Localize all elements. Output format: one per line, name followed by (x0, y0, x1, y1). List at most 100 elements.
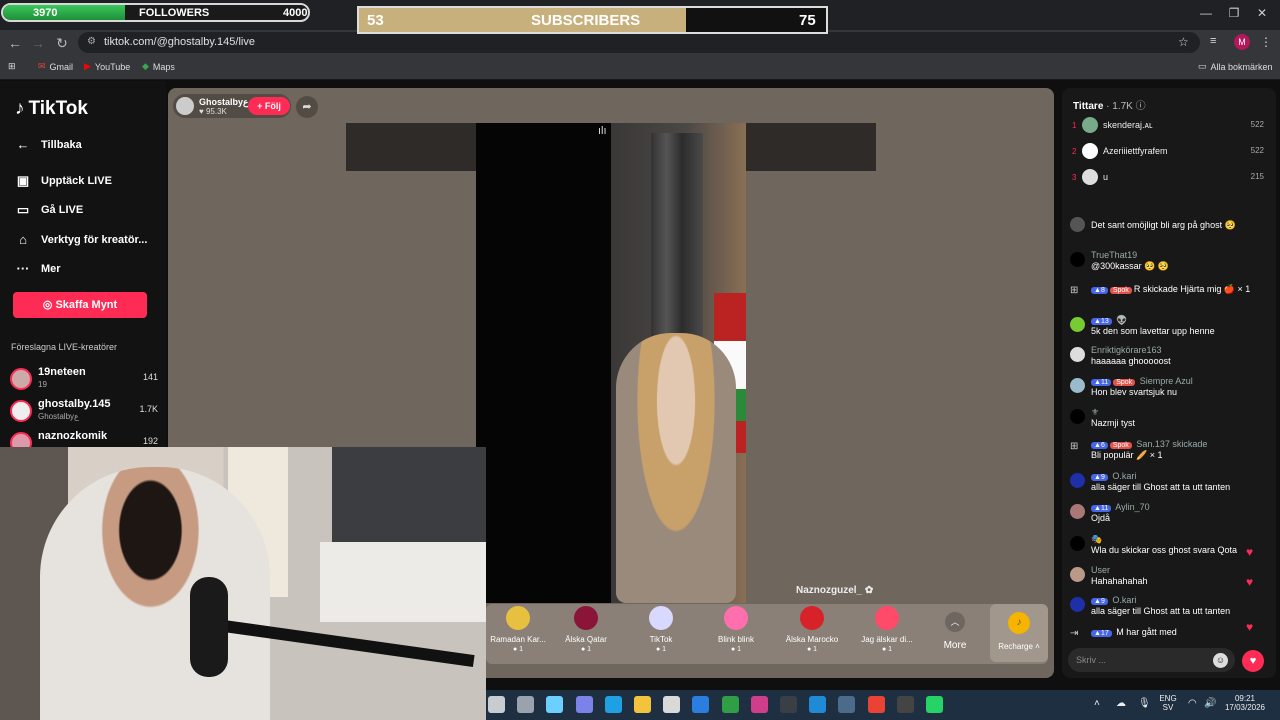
file-explorer-icon[interactable] (634, 696, 651, 713)
app-icon[interactable] (838, 696, 856, 713)
tiktok-note-icon: ♪ (15, 98, 25, 119)
chat-message[interactable]: ⚜ Nazmji tyst (1070, 407, 1266, 433)
viewers-header[interactable]: Tittare · 1.7K ⓘ (1073, 97, 1146, 112)
sidebar-item-go-live[interactable]: ▭ Gå LIVE (15, 202, 83, 218)
creator-item[interactable]: 19neteen 19 141 (10, 366, 160, 394)
gift-item[interactable]: Älska Marocko ● 1 (776, 606, 848, 653)
gift-icon (649, 606, 673, 630)
chat-message[interactable]: ▲11 Spok Siempre Azul Hon blev svartsjuk n… (1070, 376, 1266, 402)
chat-input-placeholder: Skriv ... (1076, 655, 1107, 665)
copilot-icon[interactable] (546, 696, 564, 713)
chat-text: haaaaaa ghooooost (1091, 356, 1171, 366)
bookmark-gmail[interactable]: ✉ Gmail (38, 61, 73, 72)
whatsapp-icon[interactable] (926, 696, 943, 713)
emoji-icon[interactable]: ☺ (1213, 653, 1228, 668)
top-viewer-row[interactable]: 3 u 215 (1072, 169, 1266, 187)
tiktok-logo[interactable]: ♪ TikTok (15, 98, 88, 120)
gift-item[interactable]: Jag älskar di... ● 1 (851, 606, 923, 653)
clock[interactable]: 09:21 17/03/2026 (1222, 694, 1268, 712)
gift-item[interactable]: Ramadan Kar... ● 1 (482, 606, 554, 653)
level-badge: ▲11 (1091, 379, 1112, 386)
sidebar-item-creator-tools[interactable]: ⌂ Verktyg för kreatör... (15, 232, 147, 247)
rank-number: 2 (1072, 147, 1077, 156)
back-arrow-icon[interactable]: ← (6, 34, 24, 52)
chat-message[interactable]: User Hahahahahah (1070, 565, 1266, 591)
menu-dots-icon[interactable]: ⋮ (1260, 35, 1272, 49)
rank-number: 1 (1072, 121, 1077, 130)
chat-message[interactable]: TrueThat19 @300kassar 🥺 🥺 (1070, 250, 1266, 276)
profile-avatar[interactable]: M (1234, 34, 1250, 50)
sidebar-item-discover-live[interactable]: ▣ Upptäck LIVE (15, 173, 112, 189)
audio-bars-icon[interactable]: ılı (598, 125, 607, 137)
like-heart-button[interactable]: ♥ (1242, 650, 1264, 672)
chat-message[interactable]: Det sant omöjligt bli arg på ghost 🥺 (1070, 215, 1266, 245)
level-badge: ▲13 (1091, 318, 1112, 325)
all-bookmarks[interactable]: ▭ Alla bokmärken (1198, 61, 1273, 72)
chat-message[interactable]: 🎭 Wla du skickar oss ghost svara Qota (1070, 534, 1266, 560)
sidebar-item-more[interactable]: ··· Mer (15, 261, 61, 276)
chat-message[interactable]: ▲11 Aylin_70 Ojdå (1070, 502, 1266, 528)
microphone-icon[interactable]: 🎙 (1138, 698, 1151, 709)
volume-icon[interactable]: 🔊 (1204, 698, 1216, 709)
site-info-icon[interactable]: ⚙ (87, 36, 96, 47)
follow-button[interactable]: + Följ (248, 97, 290, 115)
bookmark-star-icon[interactable]: ☆ (1178, 35, 1189, 49)
widgets-icon[interactable] (488, 696, 505, 713)
chat-message[interactable]: ▲9 O.kari alla säger till Ghost att ta ut… (1070, 471, 1266, 497)
url-text[interactable]: tiktok.com/@ghostalby.145/live (104, 36, 255, 48)
office-icon[interactable] (750, 696, 768, 713)
task-view-icon[interactable] (517, 696, 535, 713)
level-badge: ▲11 (1091, 505, 1112, 512)
chat-message[interactable]: Enriktigkörare163 haaaaaa ghooooost (1070, 345, 1266, 371)
chat-text: alla säger till Ghost att ta utt tanten (1091, 482, 1231, 492)
close-icon[interactable]: ✕ (1252, 6, 1272, 20)
teams-icon[interactable] (575, 696, 593, 713)
restore-icon[interactable]: ❐ (1224, 6, 1244, 20)
sidebar-back[interactable]: ← Tillbaka (15, 137, 82, 152)
avatar (1070, 504, 1085, 519)
store-icon[interactable] (663, 696, 681, 713)
maps-pin-icon: ◆ (142, 61, 149, 71)
minimize-icon[interactable]: — (1196, 6, 1216, 20)
language-indicator[interactable]: ENG SV (1158, 694, 1178, 712)
forward-arrow-icon[interactable]: → (29, 34, 47, 52)
gift-item[interactable]: Blink blink ● 1 (700, 606, 772, 653)
chat-message[interactable]: ▲13 👽 5k den som lavettar upp henne (1070, 315, 1266, 341)
creator-item[interactable]: ghostalby.145 Ghostalbyع 1.7K (10, 398, 160, 426)
media-controls-icon[interactable]: ≡ (1210, 35, 1216, 47)
calendar-live-icon: ▣ (16, 173, 30, 188)
bookmark-youtube[interactable]: ▶ YouTube (84, 61, 130, 72)
chat-gift-message[interactable]: ⊞ ▲6 Spok San.137 skickade Bli populär 🥖 × … (1070, 439, 1266, 465)
bookmark-maps[interactable]: ◆ Maps (142, 61, 175, 72)
sidebar-back-label: Tillbaka (41, 138, 82, 151)
tray-chevron-icon[interactable]: ˄ (1094, 698, 1100, 709)
viewers-count-wrap: · 1.7K ⓘ (1106, 101, 1146, 112)
gifts-more-button[interactable]: ︿ More (942, 612, 968, 651)
gift-item[interactable]: Älska Qatar ● 1 (550, 606, 622, 653)
top-viewer-row[interactable]: 1 skenderaj.ᴀʟ 522 (1072, 117, 1266, 135)
wifi-icon[interactable]: ◠ (1188, 698, 1197, 709)
share-icon[interactable]: ➦ (296, 96, 318, 118)
chat-input[interactable]: Skriv ... (1068, 648, 1235, 672)
get-coins-button[interactable]: ◎ Skaffa Mynt (13, 292, 147, 318)
obs-icon[interactable] (896, 696, 914, 713)
chrome-icon[interactable] (867, 696, 885, 713)
apps-grid-icon[interactable]: ⊞ (8, 61, 16, 72)
cloud-icon[interactable]: ☁ (1116, 698, 1126, 709)
recharge-button[interactable]: ♪ Recharge ˄ (990, 604, 1048, 662)
live-video[interactable] (476, 123, 746, 603)
chat-text: alla säger till Ghost att ta utt tanten (1091, 606, 1231, 616)
reload-icon[interactable]: ↻ (53, 34, 71, 52)
app-icon[interactable] (780, 696, 797, 713)
chat-gift-message[interactable]: ⊞ ▲8 Spok R skickade Hjärta mig 🍎 × 1 (1070, 283, 1266, 309)
subscribers-goal-bar: 53 SUBSCRIBERS 75 (357, 6, 828, 34)
join-icon: ⇥ (1070, 628, 1079, 639)
top-viewer-row[interactable]: 2 Azeriiiettfyrafem 522 (1072, 143, 1266, 161)
edge-icon[interactable] (604, 696, 622, 713)
outlook-icon[interactable] (692, 696, 710, 713)
gift-item[interactable]: TikTok ● 1 (625, 606, 697, 653)
chat-message[interactable]: ▲9 O.kari alla säger till Ghost att ta ut… (1070, 595, 1266, 621)
app-icon[interactable] (809, 696, 827, 713)
chat-join-message[interactable]: ⇥ ▲17 M har gått med (1070, 626, 1266, 642)
vpn-icon[interactable] (721, 696, 739, 713)
